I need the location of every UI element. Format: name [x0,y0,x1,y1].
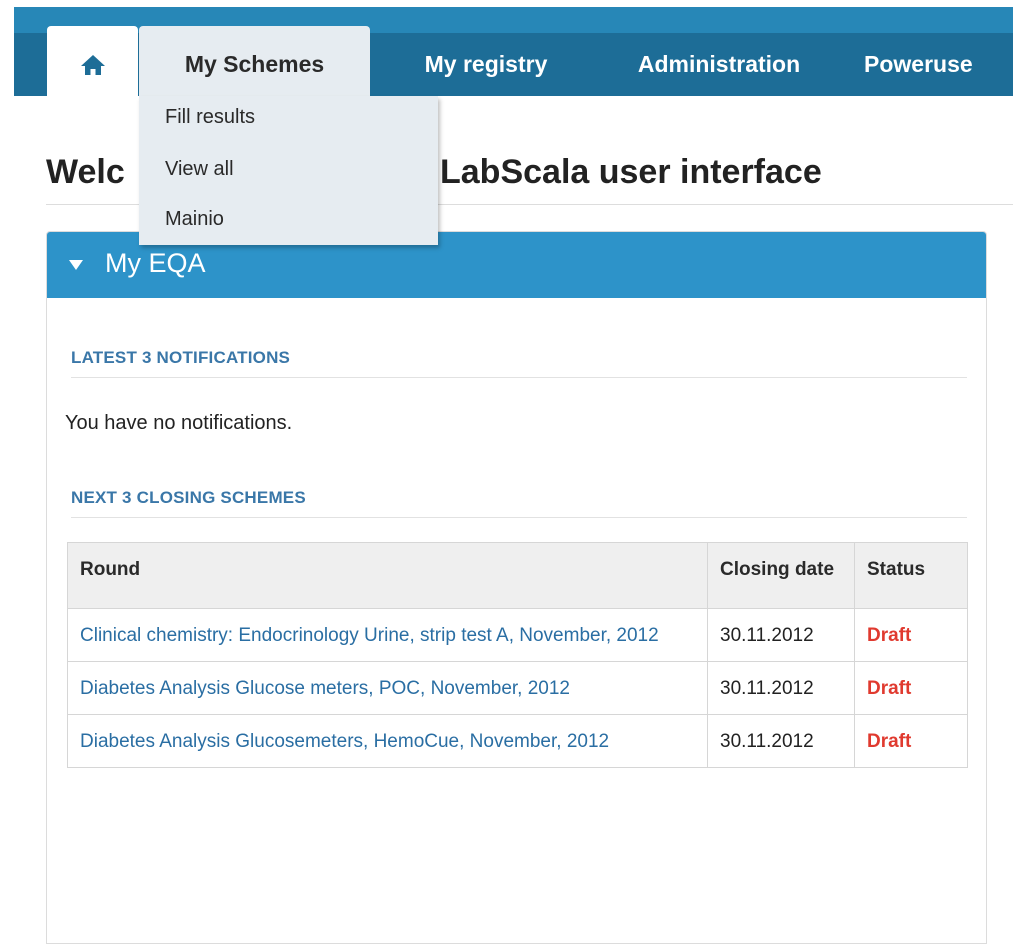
column-header-round: Round [67,542,708,609]
table-header-row: Round Closing date Status [67,542,968,609]
menu-item-mainio[interactable]: Mainio [165,208,224,231]
closing-date: 30.11.2012 [707,608,855,662]
nav-tab-my-schemes[interactable]: My Schemes [139,26,370,103]
closing-schemes-table: Round Closing date Status Clinical chemi… [67,542,968,768]
table-row: Diabetes Analysis Glucosemeters, HemoCue… [67,714,968,768]
closing-schemes-divider [71,517,967,518]
top-navigation: My Schemes My registry Administration Po… [14,7,1013,103]
closing-schemes-heading: NEXT 3 CLOSING SCHEMES [71,488,306,507]
round-link[interactable]: Clinical chemistry: Endocrinology Urine,… [67,608,708,662]
status-badge: Draft [854,661,968,715]
column-header-closing-date: Closing date [707,542,855,609]
closing-date: 30.11.2012 [707,661,855,715]
my-eqa-panel: My EQA LATEST 3 NOTIFICATIONS You have n… [46,231,987,944]
home-icon [80,54,105,75]
notifications-divider [71,377,967,378]
closing-date: 30.11.2012 [707,714,855,768]
notifications-empty-text: You have no notifications. [65,412,293,434]
page-title-lead: Welc [46,153,125,191]
nav-tab-administration[interactable]: Administration [604,26,834,103]
notifications-heading: LATEST 3 NOTIFICATIONS [71,348,291,367]
round-link[interactable]: Diabetes Analysis Glucosemeters, HemoCue… [67,714,708,768]
nav-home-tab[interactable] [47,26,138,103]
table-row: Clinical chemistry: Endocrinology Urine,… [67,608,968,662]
nav-tab-poweruser[interactable]: Poweruse [864,26,1013,103]
my-schemes-dropdown: Fill results View all Mainio [139,96,438,245]
collapse-triangle-icon[interactable] [69,260,83,270]
table-row: Diabetes Analysis Glucose meters, POC, N… [67,661,968,715]
round-link[interactable]: Diabetes Analysis Glucose meters, POC, N… [67,661,708,715]
column-header-status: Status [854,542,968,609]
page-title-tail: LabScala user interface [440,153,822,191]
nav-tab-my-registry[interactable]: My registry [386,26,586,103]
menu-item-view-all[interactable]: View all [165,158,234,181]
panel-title: My EQA [105,248,206,278]
menu-item-fill-results[interactable]: Fill results [165,106,255,129]
status-badge: Draft [854,608,968,662]
status-badge: Draft [854,714,968,768]
